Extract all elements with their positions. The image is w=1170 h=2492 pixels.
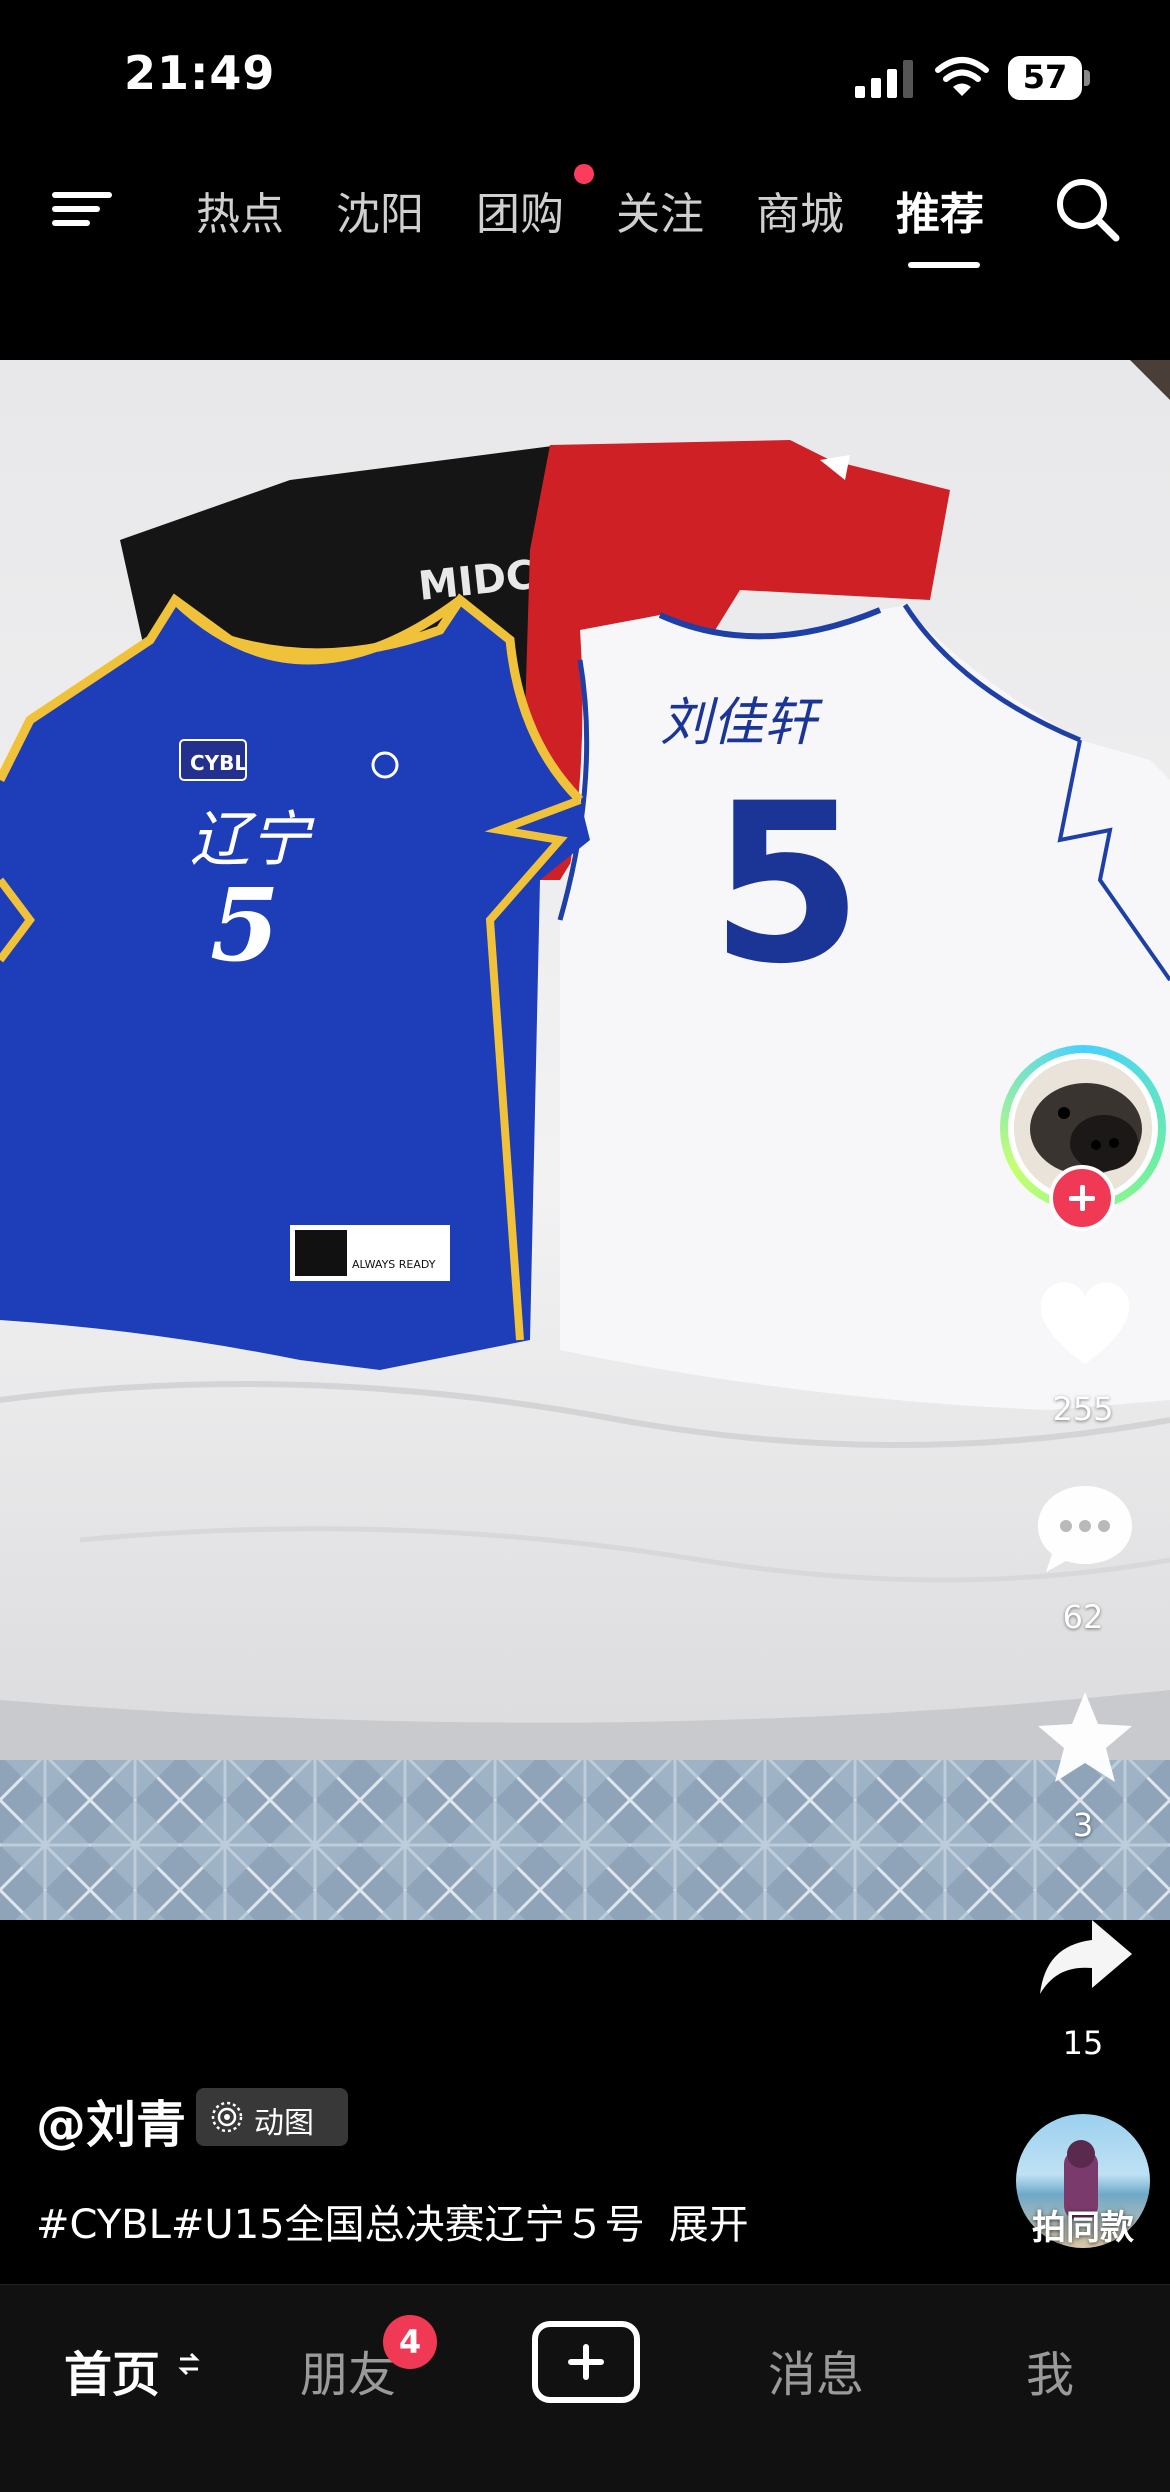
tab-me[interactable]: 我	[1026, 2335, 1074, 2405]
tab-recommend[interactable]: 推荐	[896, 178, 984, 242]
bottom-tab-bar: 首页 朋友 4 消息 我	[0, 2284, 1170, 2492]
friends-badge: 4	[383, 2315, 437, 2369]
tab-group-buy[interactable]: 团购	[476, 178, 564, 242]
tab-following[interactable]: 关注	[616, 178, 704, 242]
battery-level: 57	[1022, 58, 1068, 96]
tab-mall[interactable]: 商城	[756, 178, 844, 242]
heart-icon[interactable]	[1030, 1272, 1140, 1372]
share-count: 15	[1062, 2024, 1104, 2062]
status-bar: 21:49 57	[0, 0, 1170, 150]
top-nav: 热点 沈阳 团购 关注 商城 推荐	[0, 150, 1170, 270]
like-count: 255	[1052, 1390, 1114, 1428]
post-image[interactable]: MIDCOURT 刘佳轩 5 CYBL 辽宁 5 ALWAYS READY	[0, 360, 1170, 1920]
blue-jersey-text: 辽宁	[190, 805, 315, 875]
animated-badge: 动图	[196, 2088, 348, 2146]
tab-hot[interactable]: 热点	[196, 178, 284, 242]
comment-count: 62	[1062, 1598, 1104, 1636]
search-icon[interactable]	[1052, 174, 1122, 244]
star-icon[interactable]	[1030, 1688, 1140, 1788]
tab-messages[interactable]: 消息	[768, 2335, 864, 2405]
blue-jersey-number: 5	[210, 866, 280, 984]
favorite-count: 3	[1072, 1806, 1094, 1844]
jerseys-photo: MIDCOURT 刘佳轩 5 CYBL 辽宁 5 ALWAYS READY	[0, 360, 1170, 1920]
notification-dot	[574, 164, 594, 184]
tab-shenyang[interactable]: 沈阳	[336, 178, 424, 242]
wifi-icon	[935, 57, 989, 96]
white-jersey-number: 5	[710, 756, 863, 1012]
follow-button[interactable]	[1049, 1165, 1115, 1231]
menu-icon[interactable]	[52, 180, 116, 236]
animation-icon	[211, 2101, 243, 2133]
swap-icon[interactable]	[178, 2349, 200, 2379]
post-caption: #CYBL#U15全国总决赛辽宁５号 展开	[36, 2192, 749, 2250]
status-time: 21:49	[124, 46, 276, 100]
battery-icon: 57	[1008, 56, 1090, 100]
share-icon[interactable]	[1030, 1910, 1140, 2010]
caption-text[interactable]: #CYBL#U15全国总决赛辽宁５号	[36, 2202, 645, 2248]
comment-icon[interactable]	[1030, 1478, 1140, 1578]
cellular-signal-icon	[855, 60, 913, 98]
same-style-label: 拍同款	[1032, 2208, 1134, 2248]
active-tab-indicator	[908, 262, 980, 268]
blue-jersey-logo: CYBL	[190, 751, 247, 775]
tab-home[interactable]: 首页	[64, 2335, 160, 2405]
author-name[interactable]: @刘青	[36, 2085, 186, 2157]
create-button[interactable]	[532, 2321, 640, 2403]
white-jersey-name: 刘佳轩	[660, 693, 823, 753]
tab-friends[interactable]: 朋友	[300, 2335, 396, 2405]
jersey-tag-text: ALWAYS READY	[352, 1258, 436, 1271]
expand-link[interactable]: 展开	[669, 2202, 749, 2248]
animated-badge-label: 动图	[254, 2106, 314, 2141]
